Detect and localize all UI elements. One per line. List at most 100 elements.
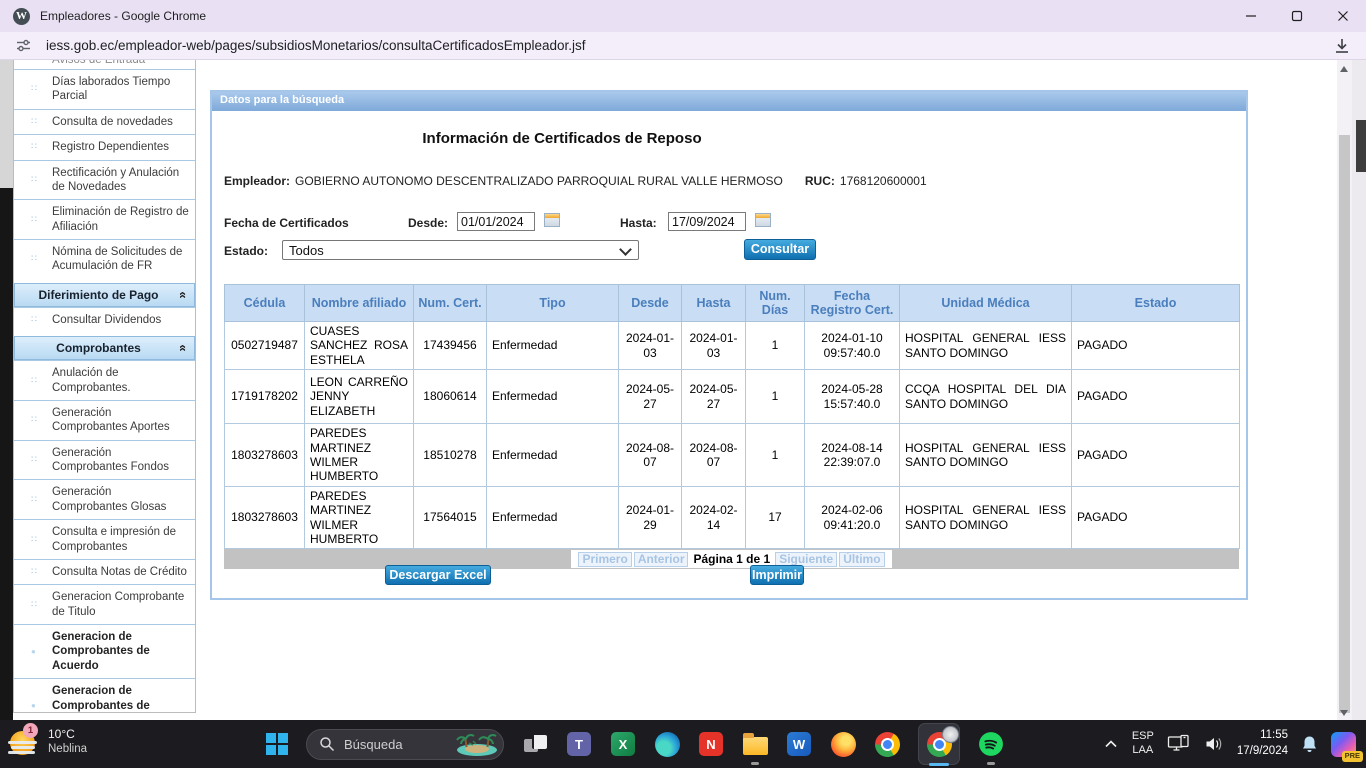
search-highlight-island-icon [455, 731, 499, 757]
drag-dots-icon [31, 116, 33, 129]
desde-input[interactable] [457, 212, 535, 231]
language-indicator[interactable]: ESP LAA [1132, 730, 1154, 758]
ruc-value: 1768120600001 [840, 174, 927, 188]
minimize-button[interactable] [1228, 0, 1274, 32]
pager-primero[interactable]: Primero [578, 552, 631, 567]
calendar-desde-icon[interactable] [544, 213, 560, 227]
sidebar-item[interactable]: Generación Comprobantes Glosas [14, 479, 195, 519]
sidebar-item[interactable]: Generación Comprobantes Fondos [14, 440, 195, 480]
calendar-hasta-icon[interactable] [755, 213, 771, 227]
sidebar-item[interactable]: Anulación de Comprobantes. [14, 360, 195, 400]
sidebar-section-diferimiento[interactable]: Diferimiento de Pago « [14, 283, 195, 307]
weather-widget[interactable]: 1 10°C Neblina [8, 726, 87, 758]
browser-url-bar: iess.gob.ec/empleador-web/pages/subsidio… [0, 32, 1366, 60]
chrome-active-app-button[interactable] [918, 723, 960, 765]
teams-app-button[interactable] [566, 731, 592, 757]
table-body: 0502719487 CUASES SANCHEZ ROSA ESTHELA 1… [225, 322, 1240, 549]
sidebar-item[interactable]: Eliminación de Registro de Afiliación [14, 199, 195, 239]
tray-overflow-button[interactable] [1103, 739, 1119, 749]
notifications-button[interactable] [1301, 735, 1318, 754]
sidebar-item[interactable]: Rectificación y Anulación de Novedades [14, 160, 195, 200]
tray-date: 17/9/2024 [1237, 744, 1288, 760]
sidebar-item[interactable]: Nómina de Solicitudes de Acumulación de … [14, 239, 195, 279]
minimize-icon [1245, 10, 1257, 22]
sidebar-item[interactable]: Generacion de Comprobantes de Acuerdo [14, 624, 195, 678]
cell-nombre: CUASES SANCHEZ ROSA ESTHELA [305, 322, 414, 370]
active-window-indicator [929, 763, 949, 766]
edge-app-button[interactable] [654, 731, 680, 757]
spotify-app-button[interactable] [978, 731, 1004, 757]
windows-taskbar: 1 10°C Neblina Búsqueda [0, 720, 1366, 768]
sidebar-item[interactable]: Generacion de Comprobantes de Convenios [14, 678, 195, 713]
left-edge-dark-strip [0, 188, 13, 720]
sidebar-item[interactable]: Días laborados Tiempo Parcial [14, 69, 195, 109]
excel-app-button[interactable] [610, 731, 636, 757]
sidebar-menu: Avisos de Entrada Días laborados Tiempo … [13, 60, 196, 713]
sidebar-item[interactable]: Consulta Notas de Crédito [14, 559, 195, 584]
firefox-app-button[interactable] [830, 731, 856, 757]
scroll-down-arrow[interactable] [1340, 710, 1348, 716]
column-header: Fecha Registro Cert. [805, 285, 900, 322]
sidebar-item-label: Generación Comprobantes Fondos [52, 447, 169, 473]
word-app-button[interactable] [786, 731, 812, 757]
sidebar-item[interactable]: Generación Comprobantes Aportes [14, 400, 195, 440]
pager-anterior[interactable]: Anterior [634, 552, 689, 567]
estado-label: Estado: [224, 244, 268, 258]
start-button[interactable] [266, 733, 288, 755]
cell-desde: 2024-08-07 [619, 424, 682, 487]
sidebar-item[interactable]: Registro Dependientes [14, 134, 195, 159]
drag-dots-icon [31, 253, 33, 266]
cell-estado: PAGADO [1072, 486, 1240, 549]
maximize-button[interactable] [1274, 0, 1320, 32]
sidebar-group-comprobantes: Anulación de Comprobantes. Generación Co… [14, 360, 195, 713]
volume-button[interactable] [1204, 735, 1224, 753]
cell-unidad-medica: CCQA HOSPITAL DEL DIA SANTO DOMINGO [900, 370, 1072, 424]
panel-header: Datos para la búsqueda [212, 92, 1246, 111]
sidebar-item[interactable]: Consulta de novedades [14, 109, 195, 134]
downloads-button[interactable] [1332, 36, 1352, 56]
task-view-button[interactable] [522, 731, 548, 757]
teams-icon [567, 732, 591, 756]
site-settings-button[interactable] [15, 37, 32, 54]
consultar-button[interactable]: Consultar [744, 239, 816, 260]
cell-fecha-registro: 2024-05-28 15:57:40.0 [805, 370, 900, 424]
pager-ultimo[interactable]: Último [839, 552, 884, 567]
chevron-up-icon [1103, 739, 1119, 749]
address-bar[interactable]: iess.gob.ec/empleador-web/pages/subsidio… [46, 38, 586, 53]
pdf-app-button[interactable] [698, 731, 724, 757]
copilot-button[interactable]: PRE [1331, 732, 1356, 757]
cell-estado: PAGADO [1072, 370, 1240, 424]
network-button[interactable] [1167, 734, 1191, 754]
weather-temp: 10°C [48, 727, 87, 743]
system-tray: ESP LAA 11:55 17/9/2024 [1103, 720, 1356, 768]
sidebar-item[interactable]: Consulta e impresión de Comprobantes [14, 519, 195, 559]
taskbar-search-box[interactable]: Búsqueda [306, 729, 504, 760]
chrome-app-button[interactable] [874, 731, 900, 757]
sidebar-section-comprobantes[interactable]: Comprobantes « [14, 336, 195, 360]
sidebar-item[interactable]: Consultar Dividendos [14, 307, 195, 332]
file-explorer-button[interactable] [742, 731, 768, 757]
sidebar-item[interactable]: Generacion Comprobante de Titulo [14, 584, 195, 624]
scrollbar-thumb[interactable] [1339, 135, 1350, 713]
profile-badge-icon [942, 726, 959, 743]
descargar-excel-button[interactable]: Descargar Excel [385, 565, 491, 585]
clock-widget[interactable]: 11:55 17/9/2024 [1237, 728, 1288, 759]
search-icon [319, 736, 335, 752]
sidebar-item-label: Generación Comprobantes Aportes [52, 407, 170, 433]
sidebar-item-label: Consulta Notas de Crédito [52, 566, 187, 578]
notification-count-badge: 1 [23, 723, 38, 738]
imprimir-button[interactable]: Imprimir [750, 565, 804, 585]
estado-select[interactable]: Todos [282, 240, 639, 260]
cell-num-dias: 17 [746, 486, 805, 549]
cell-num-cert: 17564015 [414, 486, 487, 549]
drag-dots-icon [31, 141, 33, 154]
table-row: 1803278603 PAREDES MARTINEZ WILMER HUMBE… [225, 424, 1240, 487]
scroll-up-arrow[interactable] [1340, 66, 1348, 72]
hasta-input[interactable] [668, 212, 746, 231]
cell-tipo: Enfermedad [487, 322, 619, 370]
close-button[interactable] [1320, 0, 1366, 32]
cell-num-dias: 1 [746, 322, 805, 370]
drag-dots-icon [31, 83, 33, 96]
sidebar-item-avisos-entrada[interactable]: Avisos de Entrada [14, 60, 195, 69]
cell-num-cert: 18060614 [414, 370, 487, 424]
